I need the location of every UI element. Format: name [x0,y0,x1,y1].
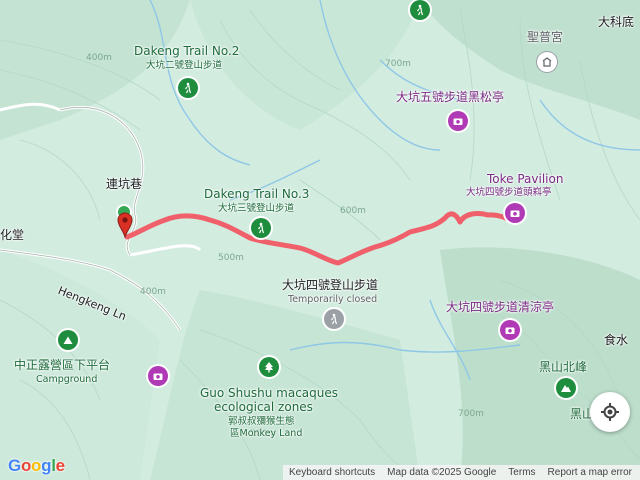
temple-icon[interactable] [537,52,557,72]
poi-label[interactable]: 中正露營區下平台 [14,359,110,372]
trail-label[interactable]: Dakeng Trail No.3 [204,188,309,201]
camera-icon[interactable] [500,320,520,340]
place-label: 食水 [604,333,629,347]
keyboard-shortcuts-link[interactable]: Keyboard shortcuts [283,467,381,478]
hiking-icon[interactable] [324,309,344,329]
end-marker[interactable] [117,212,133,238]
peak-icon[interactable] [556,378,576,398]
trail-label-zh: 大坑三號登山步道 [218,203,295,214]
camera-icon[interactable] [448,111,468,131]
google-logo: Google [8,456,65,475]
hiking-icon[interactable] [178,78,198,98]
place-label: 化堂 [0,228,25,242]
locate-icon [601,403,619,421]
place-label: 連坑巷 [106,177,143,191]
tree-icon[interactable] [259,357,279,377]
closed-label: Temporarily closed [288,294,378,305]
poi-label-zh: 區Monkey Land [230,428,303,439]
terrain-map[interactable] [0,0,640,480]
poi-label-sub: Campground [36,374,98,385]
poi-label[interactable]: 大坑四號步道清涼亭 [446,301,554,314]
contour-label: 400m [140,287,166,297]
camera-icon[interactable] [505,203,525,223]
trail-label-zh[interactable]: 大坑四號登山步道 [282,279,378,292]
contour-label: 400m [86,53,112,63]
poi-label-zh: 大坑四號步道頭嵙亭 [466,187,552,198]
tent-icon[interactable] [58,330,78,350]
terms-link[interactable]: Terms [502,467,541,478]
attribution-bar: Keyboard shortcuts Map data ©2025 Google… [283,465,640,480]
poi-label[interactable]: Guo Shushu macaques [200,387,338,400]
hiking-icon[interactable] [410,0,430,20]
poi-label: ecological zones [214,400,313,414]
hiking-icon[interactable] [251,218,271,238]
place-label: 聖普宮 [527,30,564,44]
poi-label[interactable]: Toke Pavilion [487,173,563,186]
report-error-link[interactable]: Report a map error [542,467,638,478]
trail-label[interactable]: Dakeng Trail No.2 [134,45,239,58]
contour-label: 700m [458,409,484,419]
trail-label-zh: 大坑二號登山步道 [146,60,223,71]
my-location-button[interactable] [590,392,630,432]
contour-label: 700m [385,59,411,69]
contour-label: 500m [218,253,244,263]
poi-label[interactable]: 大坑五號步道黑松亭 [396,91,504,104]
map-data-text: Map data ©2025 Google [387,467,497,478]
place-label: 大科底 [598,15,635,29]
camera-icon[interactable] [148,366,168,386]
peak-label[interactable]: 黑山北峰 [539,361,587,374]
contour-label: 600m [340,206,366,216]
